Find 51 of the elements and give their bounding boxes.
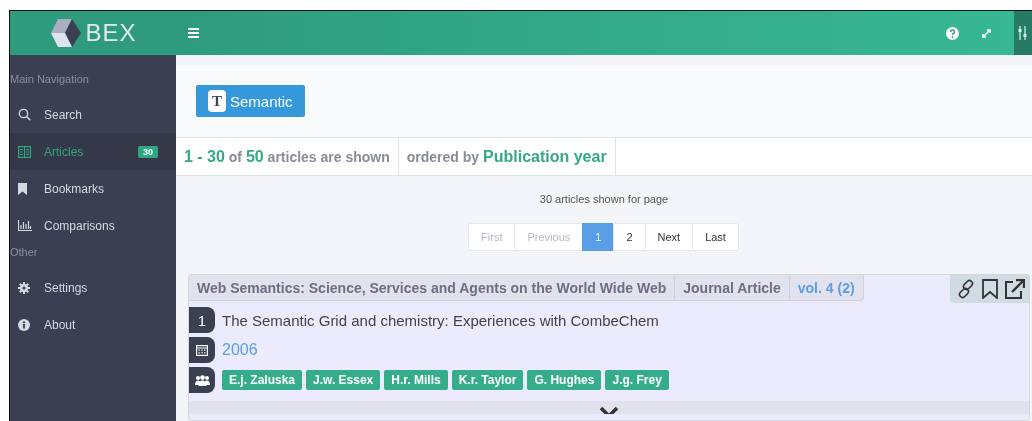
app-logo: BEX — [85, 19, 137, 47]
sidebar-item[interactable]: About — [10, 306, 176, 343]
gear-icon — [18, 281, 30, 294]
bar-chart-icon — [18, 220, 32, 231]
article-number: 1 — [189, 307, 215, 333]
sidebar-item[interactable]: Search — [10, 96, 176, 133]
results-count: 1 - 30 of 50 articles are shown — [176, 138, 399, 175]
link-icon[interactable] — [956, 279, 976, 299]
sidebar-item-label: Articles — [44, 144, 85, 159]
external-link-icon[interactable] — [1004, 279, 1025, 299]
page-button[interactable]: 2 — [613, 223, 646, 251]
nav-section-title: Other — [10, 245, 39, 260]
cube-logo-icon — [49, 19, 82, 47]
semantic-label: Semantic — [230, 92, 293, 110]
help-icon[interactable] — [946, 26, 959, 40]
sliders-icon[interactable] — [1018, 26, 1028, 40]
sidebar-item-label: Settings — [44, 280, 89, 295]
sidebar-item-label: Bookmarks — [44, 181, 106, 196]
menu-icon[interactable] — [188, 28, 199, 38]
author-tag[interactable]: K.r. Taylor — [451, 370, 524, 390]
publication-year[interactable]: 2006 — [222, 341, 258, 359]
sidebar-item[interactable]: Settings — [10, 269, 176, 306]
bookmark-icon[interactable] — [982, 279, 998, 299]
author-tag[interactable]: J.w. Essex — [306, 370, 381, 390]
page-button[interactable]: 1 — [582, 223, 615, 251]
calendar-icon — [196, 344, 208, 356]
page-button[interactable]: Last — [692, 223, 739, 251]
semantic-button[interactable]: T Semantic — [196, 85, 305, 117]
author-tag[interactable]: H.r. Mills — [384, 370, 448, 390]
sort-order: ordered by Publication year — [398, 138, 616, 175]
page-button[interactable]: Next — [644, 223, 694, 251]
author-tag[interactable]: E.j. Zaluska — [222, 370, 303, 390]
sidebar-item-label: Comparisons — [44, 218, 116, 233]
sidebar-item-label: Search — [44, 107, 84, 122]
per-page-note: 30 articles shown for page — [538, 193, 670, 205]
sidebar-item-label: About — [44, 317, 77, 332]
book-icon — [18, 145, 31, 158]
sidebar-item[interactable]: Comparisons — [10, 207, 176, 244]
info-icon — [18, 318, 30, 331]
users-icon — [194, 374, 210, 386]
sidebar-item[interactable]: Bookmarks — [10, 170, 176, 207]
search-icon — [18, 108, 31, 121]
author-tag[interactable]: J.g. Frey — [605, 370, 669, 390]
article-title: The Semantic Grid and chemistry: Experiences with CombeChem — [222, 311, 659, 329]
sidebar-item[interactable]: Articles 30 — [10, 133, 176, 170]
nav-section-title: Main Navigation — [10, 72, 90, 87]
count-badge: 30 — [138, 145, 158, 158]
author-tag[interactable]: G. Hughes — [527, 370, 602, 390]
expand-icon[interactable] — [981, 27, 992, 39]
bookmark-icon — [18, 182, 27, 195]
letter-icon: T — [208, 90, 226, 112]
